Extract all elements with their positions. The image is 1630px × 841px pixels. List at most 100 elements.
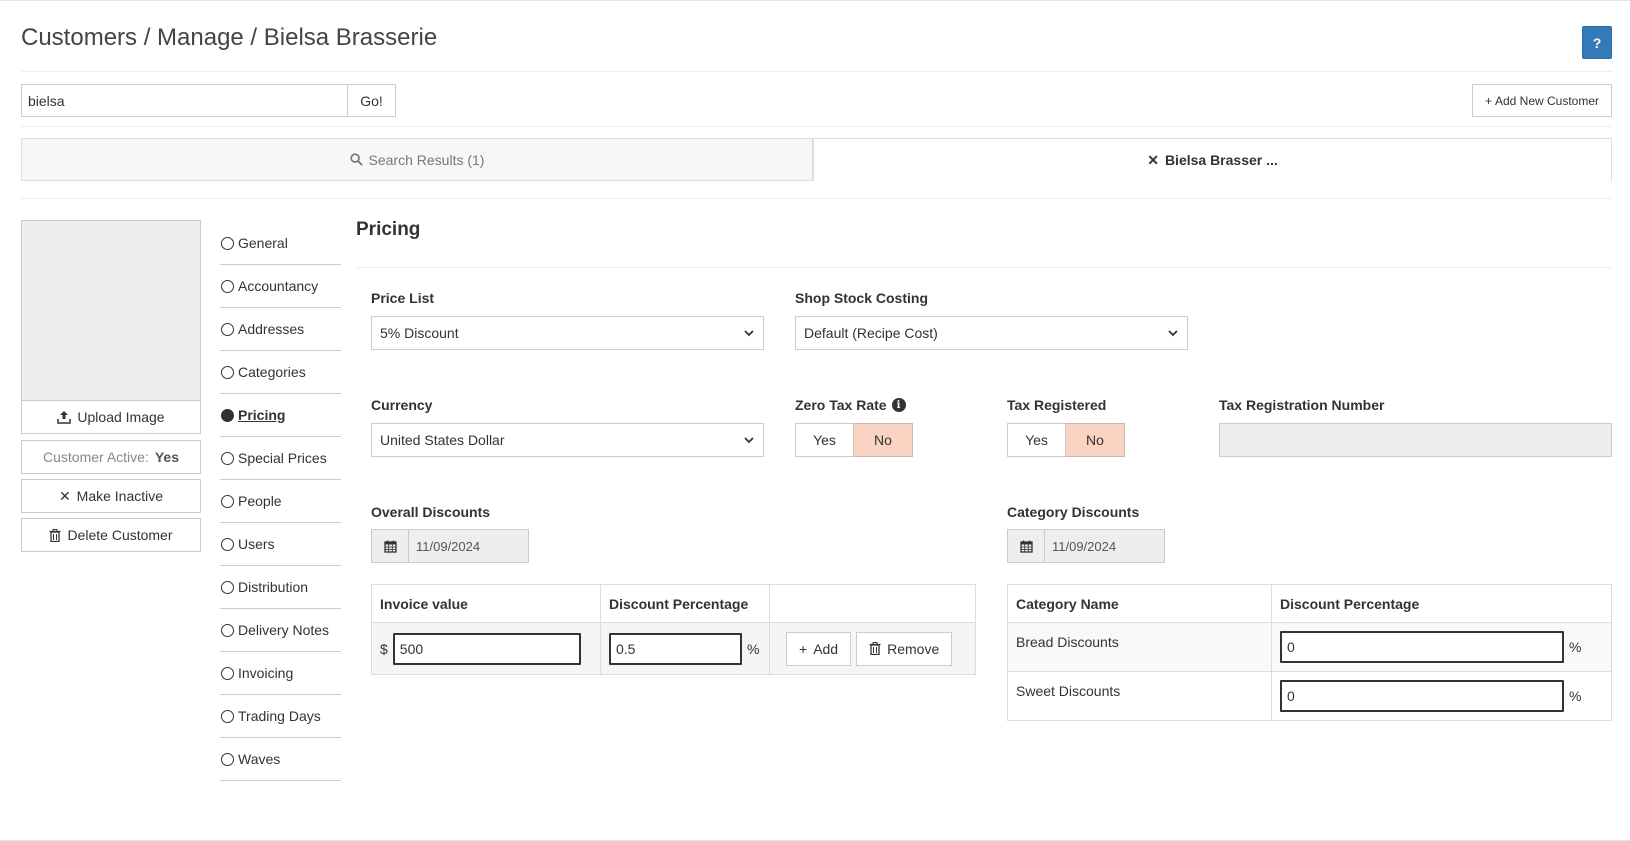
nav-item-special-prices[interactable]: Special Prices — [220, 437, 341, 480]
zero-tax-no-button[interactable]: No — [854, 423, 913, 457]
category-discounts-date[interactable]: 11/09/2024 — [1045, 529, 1165, 563]
tax-registered-yes-button[interactable]: Yes — [1007, 423, 1066, 457]
nav-item-label: Trading Days — [238, 708, 321, 724]
radio-filled-icon — [221, 408, 234, 422]
radio-icon — [221, 365, 234, 379]
add-new-customer-button[interactable]: + Add New Customer — [1472, 84, 1612, 117]
upload-image-button[interactable]: Upload Image — [21, 400, 201, 434]
divider — [21, 126, 1612, 127]
customer-active-value: Yes — [154, 449, 179, 465]
help-button[interactable]: ? — [1582, 26, 1612, 59]
delete-customer-button[interactable]: Delete Customer — [21, 518, 201, 552]
customer-image-placeholder — [21, 220, 201, 401]
table-row: $ % + Add — [371, 622, 976, 675]
calendar-icon[interactable] — [371, 529, 409, 563]
add-discount-button[interactable]: + Add — [786, 631, 852, 666]
category-discount-percentage-header: Discount Percentage — [1271, 584, 1612, 623]
nav-item-label: Delivery Notes — [238, 622, 330, 638]
add-discount-label: Add — [813, 640, 839, 657]
info-icon[interactable]: i — [891, 398, 906, 412]
zero-tax-yes-button[interactable]: Yes — [795, 423, 854, 457]
nav-item-addresses[interactable]: Addresses — [220, 308, 341, 351]
section-title: Pricing — [356, 219, 421, 240]
plus-icon: + — [1484, 93, 1492, 108]
section-nav: General Accountancy Addresses Categories Pri… — [220, 222, 341, 781]
discount-percentage-header: Discount Percentage — [600, 584, 770, 623]
nav-item-pricing[interactable]: Pricing — [220, 394, 341, 437]
tax-registration-number-field — [1219, 423, 1612, 457]
nav-item-label: Addresses — [238, 321, 305, 337]
divider — [356, 267, 1612, 268]
invoice-value-input[interactable] — [392, 632, 581, 665]
upload-image-label: Upload Image — [77, 409, 165, 425]
currency-value: United States Dollar — [380, 432, 505, 448]
currency-label: Currency — [371, 397, 433, 413]
upload-icon — [57, 411, 72, 424]
add-new-customer-label: Add New Customer — [1494, 93, 1600, 108]
radio-icon — [221, 709, 234, 723]
nav-item-invoicing[interactable]: Invoicing — [220, 652, 341, 695]
radio-icon — [221, 623, 234, 637]
tax-registered-no-button[interactable]: No — [1066, 423, 1125, 457]
radio-icon — [221, 537, 234, 551]
overall-discounts-date[interactable]: 11/09/2024 — [409, 529, 529, 563]
nav-item-accountancy[interactable]: Accountancy — [220, 265, 341, 308]
nav-item-label: Users — [238, 536, 275, 552]
overall-discounts-label: Overall Discounts — [371, 504, 491, 520]
nav-item-delivery-notes[interactable]: Delivery Notes — [220, 609, 341, 652]
category-discounts-date-picker[interactable]: 11/09/2024 — [1007, 529, 1165, 563]
make-inactive-label: Make Inactive — [76, 488, 164, 504]
make-inactive-button[interactable]: ✕ Make Inactive — [21, 479, 201, 513]
percent-symbol: % — [1569, 639, 1582, 655]
tax-registered-toggle: Yes No — [1007, 423, 1125, 457]
nav-item-people[interactable]: People — [220, 480, 341, 523]
table-row: Sweet Discounts% — [1007, 671, 1612, 721]
nav-item-waves[interactable]: Waves — [220, 738, 341, 781]
radio-icon — [221, 451, 234, 465]
search-input[interactable] — [21, 84, 348, 117]
nav-item-categories[interactable]: Categories — [220, 351, 341, 394]
category-discount-input[interactable] — [1280, 631, 1564, 663]
price-list-select[interactable]: 5% Discount — [371, 316, 764, 350]
tab-search-results[interactable]: Search Results (1) — [21, 138, 813, 181]
zero-tax-rate-text: Zero Tax Rate — [795, 397, 887, 413]
nav-item-general[interactable]: General — [220, 222, 341, 265]
category-discounts-table: Category Name Discount Percentage Bread … — [1007, 584, 1612, 721]
nav-item-trading-days[interactable]: Trading Days — [220, 695, 341, 738]
price-list-value: 5% Discount — [380, 325, 459, 341]
calendar-icon[interactable] — [1007, 529, 1045, 563]
nav-item-users[interactable]: Users — [220, 523, 341, 566]
nav-item-label: Accountancy — [238, 278, 319, 294]
remove-discount-label: Remove — [887, 640, 940, 657]
actions-header — [769, 584, 976, 623]
close-icon[interactable]: ✕ — [1147, 152, 1159, 169]
radio-icon — [221, 279, 234, 293]
discount-percentage-input[interactable] — [609, 632, 742, 665]
table-row: Bread Discounts% — [1007, 622, 1612, 672]
customer-active-label: Customer Active: — [43, 449, 149, 465]
overall-discounts-date-picker[interactable]: 11/09/2024 — [371, 529, 529, 563]
nav-item-distribution[interactable]: Distribution — [220, 566, 341, 609]
category-discount-input[interactable] — [1280, 680, 1564, 712]
nav-item-label: Invoicing — [238, 665, 294, 681]
category-name: Bread Discounts — [1016, 634, 1119, 650]
trash-icon — [49, 528, 61, 542]
tab-current-customer[interactable]: ✕ Bielsa Brasser ... — [813, 138, 1612, 181]
nav-item-label: Waves — [238, 751, 281, 767]
radio-icon — [221, 236, 234, 250]
chevron-down-icon — [1168, 330, 1178, 337]
tab-search-results-label: Search Results (1) — [368, 151, 485, 168]
nav-item-label: Distribution — [238, 579, 309, 595]
nav-item-label: Special Prices — [238, 450, 327, 466]
category-name-header: Category Name — [1007, 584, 1272, 623]
divider — [21, 71, 1612, 72]
chevron-down-icon — [744, 437, 754, 444]
tax-registered-label: Tax Registered — [1007, 397, 1107, 413]
percent-symbol: % — [1569, 688, 1582, 704]
go-button[interactable]: Go! — [347, 84, 396, 117]
radio-icon — [221, 666, 234, 680]
shop-stock-costing-value: Default (Recipe Cost) — [804, 325, 938, 341]
shop-stock-costing-select[interactable]: Default (Recipe Cost) — [795, 316, 1188, 350]
remove-discount-button[interactable]: Remove — [856, 631, 953, 666]
currency-select[interactable]: United States Dollar — [371, 423, 764, 457]
